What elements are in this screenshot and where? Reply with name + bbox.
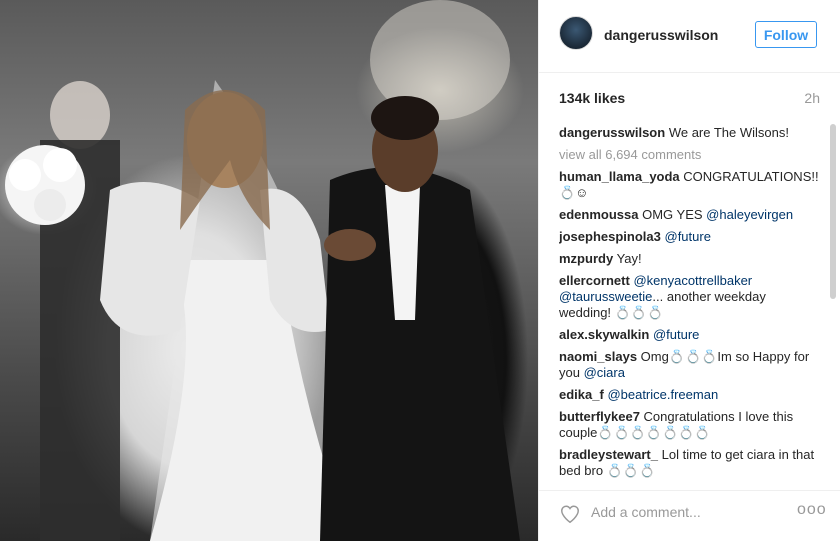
comment-mention[interactable]: @ciara <box>584 365 625 380</box>
view-all-comments-link[interactable]: view all 6,694 comments <box>559 146 821 163</box>
comment-username[interactable]: alex.skywalkin <box>559 327 649 342</box>
comment-username[interactable]: naomi_slays <box>559 349 637 364</box>
list-item: mzpurdy Yay! <box>559 251 821 267</box>
list-item: alex.skywalkin @future <box>559 327 821 343</box>
post-time[interactable]: 2h <box>804 90 820 106</box>
comment-text: OMG YES <box>642 207 707 222</box>
list-item: human_llama_yoda CONGRATULATIONS!! 💍☺ <box>559 169 821 201</box>
post-username[interactable]: dangerusswilson <box>604 27 718 43</box>
post-footer: Add a comment... ooo <box>539 490 840 542</box>
more-options-icon[interactable]: ooo <box>797 501 827 519</box>
caption-username[interactable]: dangerusswilson <box>559 125 665 140</box>
comment-mention[interactable]: @future <box>653 327 699 342</box>
list-item: naomi_slays Omg💍💍💍Im so Happy for you @c… <box>559 349 821 381</box>
comment-mention[interactable]: @beatrice.freeman <box>607 387 718 402</box>
list-item: josephespinola3 @future <box>559 229 821 245</box>
list-item: edenmoussa OMG YES @haleyevirgen <box>559 207 821 223</box>
list-item: ellercornett @kenyacottrellbaker @taurus… <box>559 273 821 321</box>
avatar[interactable] <box>559 16 593 50</box>
scroll-thumb[interactable] <box>830 124 836 299</box>
post-photo[interactable] <box>0 0 538 541</box>
comment-username[interactable]: edika_f <box>559 387 604 402</box>
caption-text: We are The Wilsons! <box>668 125 790 140</box>
comment-mention[interactable]: @future <box>665 229 711 244</box>
comment-username[interactable]: josephespinola3 <box>559 229 661 244</box>
comment-username[interactable]: human_llama_yoda <box>559 169 680 184</box>
post-sidebar: dangerusswilson Follow 134k likes 2h dan… <box>539 0 840 541</box>
list-item: bradleystewart_ Lol time to get ciara in… <box>559 447 821 479</box>
comments-list[interactable]: dangerusswilson We are The Wilsons! view… <box>559 124 821 480</box>
comment-username[interactable]: mzpurdy <box>559 251 613 266</box>
heart-icon[interactable] <box>559 503 581 525</box>
comment-username[interactable]: butterflykee7 <box>559 409 640 424</box>
list-item: edika_f @beatrice.freeman <box>559 387 821 403</box>
post-header: dangerusswilson Follow <box>539 0 840 73</box>
comment-username[interactable]: ellercornett <box>559 273 630 288</box>
post-caption: dangerusswilson We are The Wilsons! <box>559 124 821 141</box>
add-comment-input[interactable]: Add a comment... <box>591 503 701 521</box>
comment-username[interactable]: edenmoussa <box>559 207 638 222</box>
likes-count[interactable]: 134k likes <box>559 90 625 106</box>
comment-mention[interactable]: @haleyevirgen <box>706 207 793 222</box>
comments-scrollbar[interactable] <box>830 124 836 480</box>
follow-button[interactable]: Follow <box>755 21 817 48</box>
list-item: butterflykee7 Congratulations I love thi… <box>559 409 821 441</box>
comment-username[interactable]: bradleystewart_ <box>559 447 658 462</box>
wedding-photo-illustration <box>5 0 520 541</box>
comment-text: Yay! <box>616 251 642 266</box>
